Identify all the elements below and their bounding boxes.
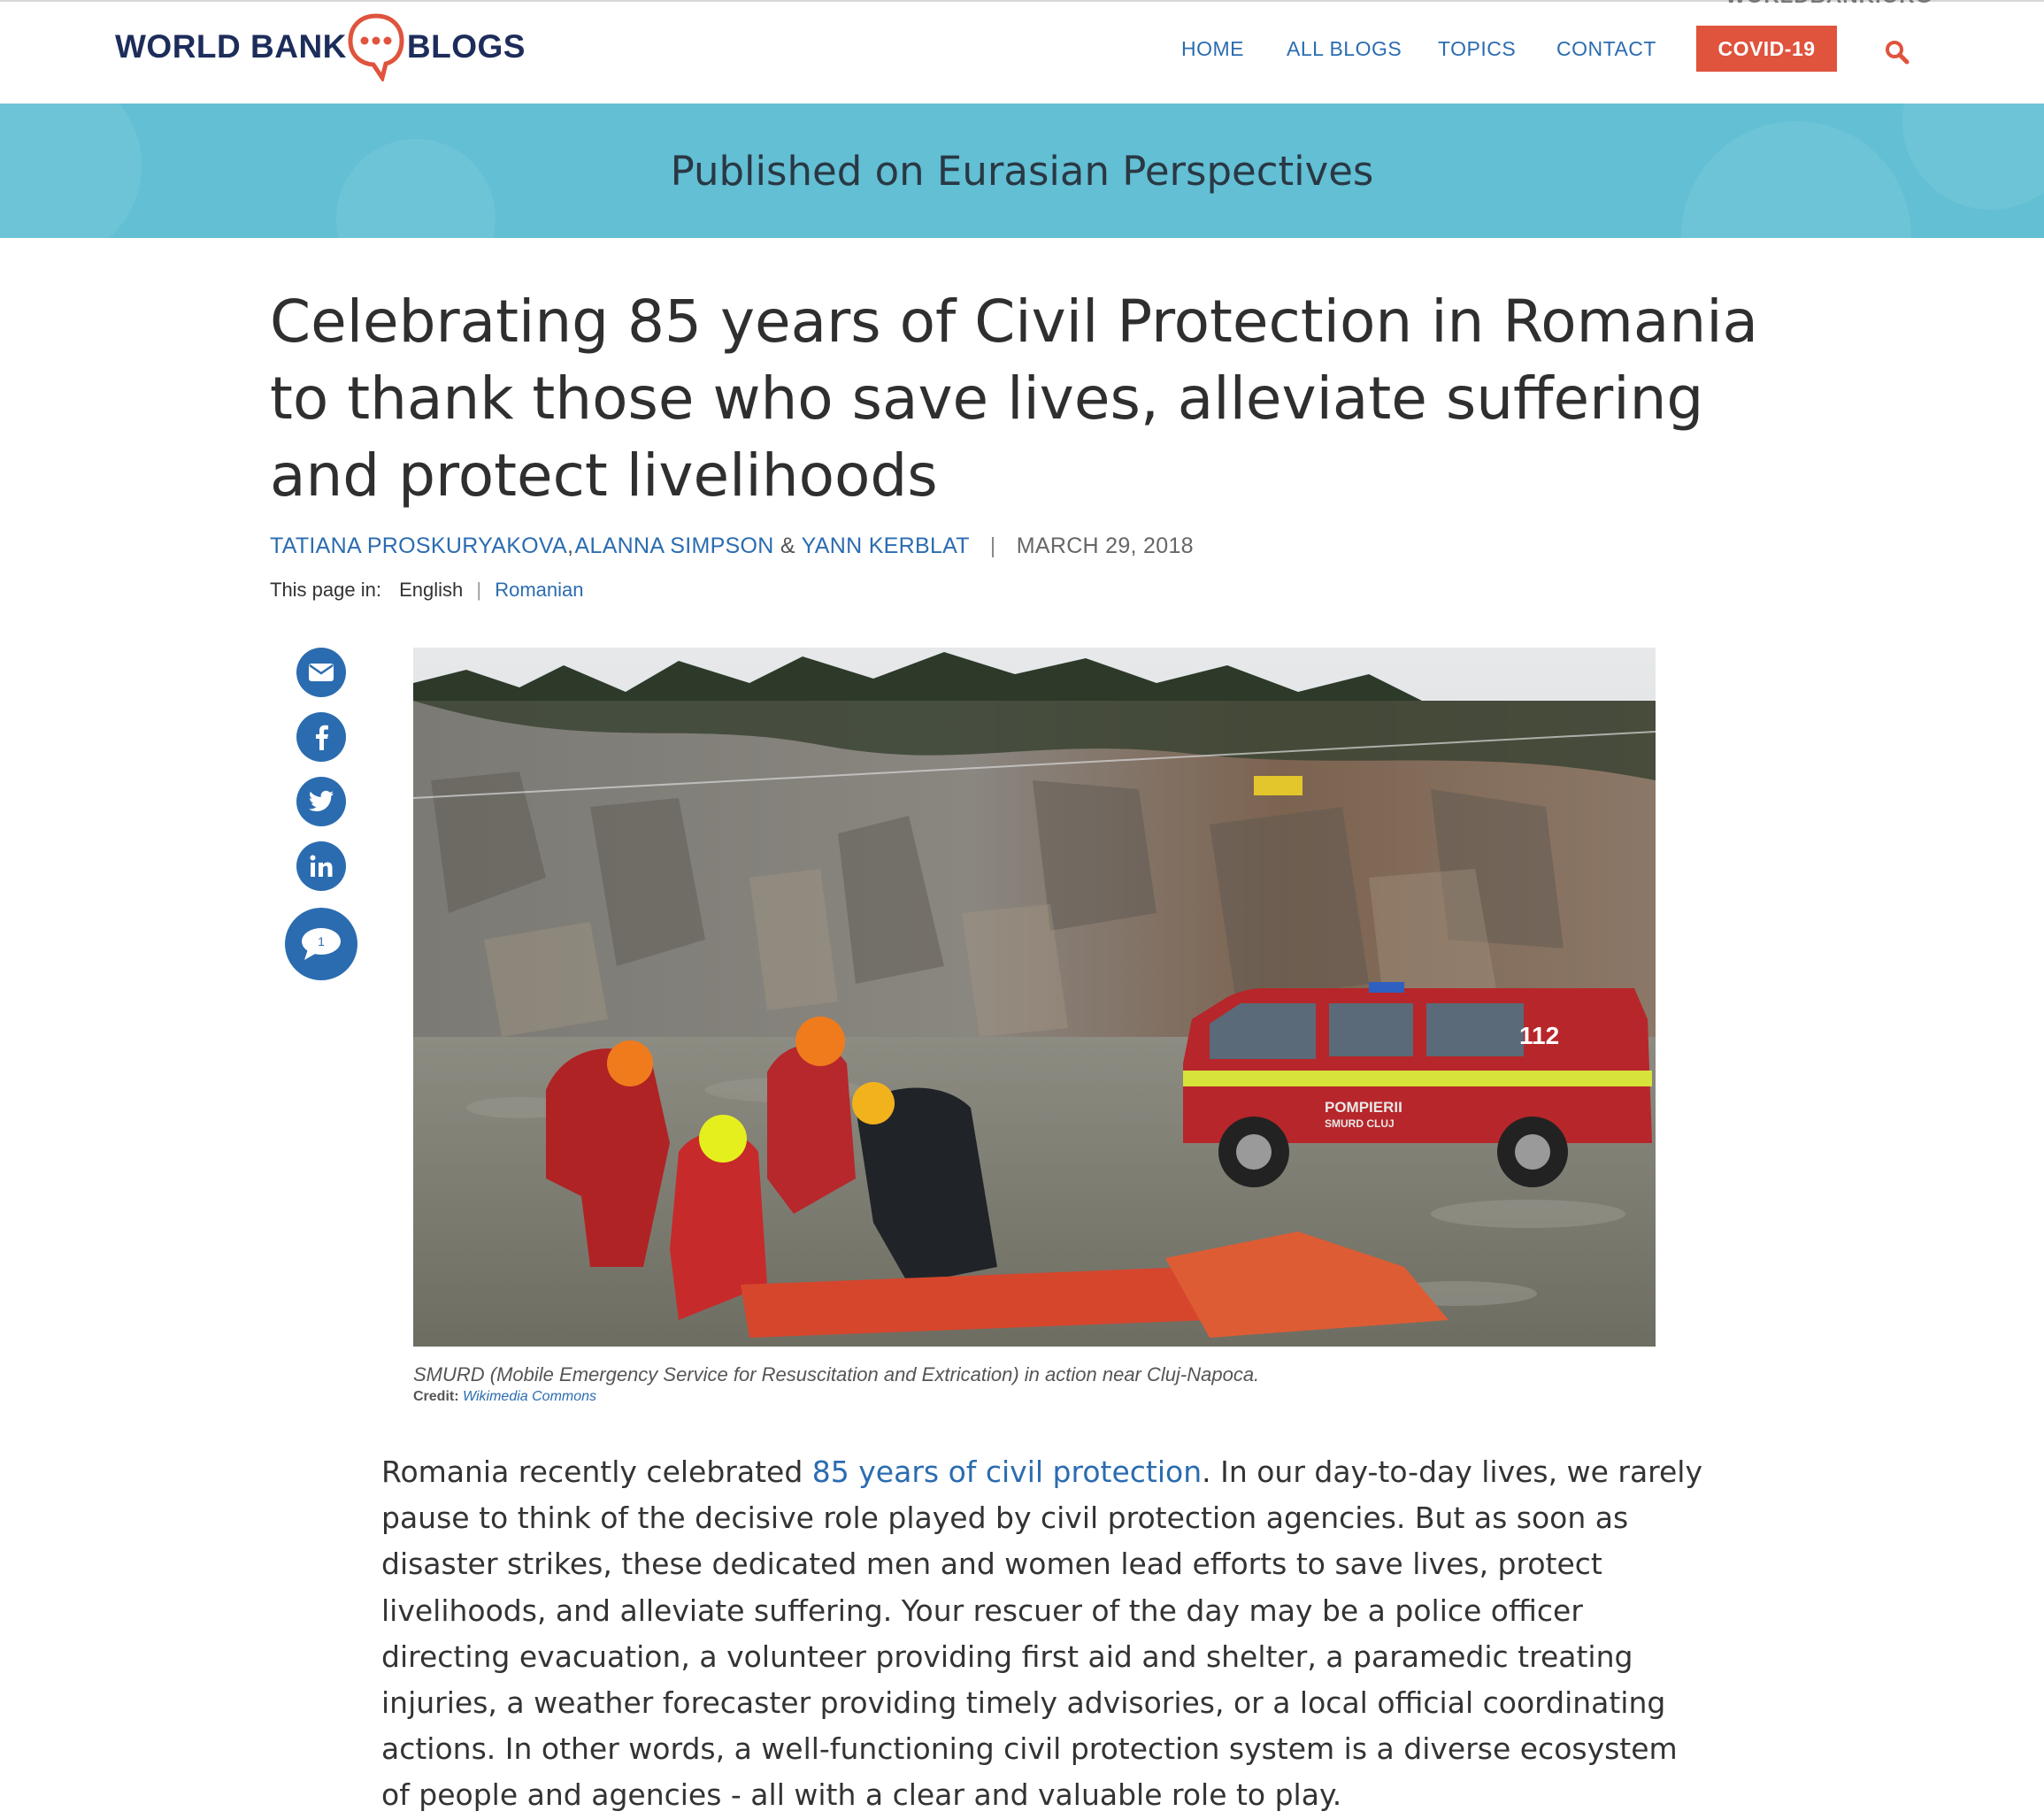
facebook-share-button[interactable]	[296, 712, 346, 762]
credit-source-link[interactable]: Wikimedia Commons	[463, 1389, 596, 1404]
envelope-icon	[309, 664, 334, 681]
author-separator: &	[780, 533, 795, 558]
vehicle-number: 112	[1519, 1022, 1559, 1049]
comments-button[interactable]: 1	[285, 908, 357, 980]
site-header: WORLD BANK BLOGS WORLDBANK.ORG HOME ALL …	[0, 0, 2044, 104]
comment-icon: 1	[302, 928, 341, 960]
language-separator: |	[476, 579, 482, 601]
date-separator: |	[989, 533, 996, 558]
vehicle-label-2: SMURD CLUJ	[1325, 1117, 1395, 1130]
credit-label: Credit:	[413, 1389, 459, 1404]
logo-text-left: WORLD BANK	[115, 28, 347, 65]
article-byline: TATIANA PROSKURYAKOVA, ALANNA SIMPSON & …	[270, 533, 1194, 559]
body-text-lead: Romania recently celebrated	[381, 1454, 812, 1489]
article-title: Celebrating 85 years of Civil Protection…	[270, 288, 1758, 510]
body-text-rest: . In our day-to-day lives, we rarely pau…	[381, 1454, 1703, 1813]
email-share-button[interactable]	[296, 648, 346, 697]
civil-protection-link[interactable]: 85 years of civil protection	[812, 1454, 1202, 1489]
author-separator: ,	[567, 533, 574, 558]
article-body-paragraph: Romania recently celebrated 85 years of …	[381, 1449, 1709, 1819]
covid-19-button[interactable]: COVID-19	[1696, 26, 1837, 72]
nav-all-blogs[interactable]: ALL BLOGS	[1287, 37, 1402, 61]
author-link[interactable]: TATIANA PROSKURYAKOVA	[270, 533, 567, 558]
banner-title[interactable]: Published on Eurasian Perspectives	[0, 104, 2044, 238]
language-switcher: This page in: English | Romanian	[270, 579, 584, 602]
blog-banner: Published on Eurasian Perspectives	[0, 104, 2044, 238]
image-caption: SMURD (Mobile Emergency Service for Resu…	[413, 1363, 1260, 1385]
logo-text-right: BLOGS	[406, 28, 526, 65]
nav-topics[interactable]: TOPICS	[1438, 37, 1516, 61]
speech-bubble-icon	[347, 13, 405, 81]
worldbank-org-link[interactable]: WORLDBANK.ORG	[1725, 0, 1933, 9]
comment-count: 1	[318, 934, 325, 948]
twitter-icon	[308, 790, 334, 811]
vehicle-label-1: POMPIERII	[1325, 1099, 1402, 1116]
facebook-icon	[316, 725, 328, 750]
language-current: English	[399, 579, 464, 601]
rescue-scene-illustration: 112 POMPIERII SMURD CLUJ	[413, 648, 1656, 1347]
article-hero-image: 112 POMPIERII SMURD CLUJ	[413, 648, 1656, 1347]
search-icon[interactable]	[1884, 39, 1910, 65]
language-romanian-link[interactable]: Romanian	[495, 579, 583, 601]
nav-home[interactable]: HOME	[1181, 37, 1244, 61]
publish-date: MARCH 29, 2018	[1016, 533, 1194, 558]
linkedin-icon	[310, 855, 333, 877]
author-link[interactable]: YANN KERBLAT	[802, 533, 970, 558]
linkedin-share-button[interactable]	[296, 841, 346, 891]
nav-contact[interactable]: CONTACT	[1556, 37, 1656, 61]
author-link[interactable]: ALANNA SIMPSON	[575, 533, 774, 558]
site-logo[interactable]: WORLD BANK BLOGS	[115, 7, 526, 87]
twitter-share-button[interactable]	[296, 777, 346, 826]
image-credit: Credit: Wikimedia Commons	[413, 1389, 596, 1405]
language-label: This page in:	[270, 579, 381, 601]
